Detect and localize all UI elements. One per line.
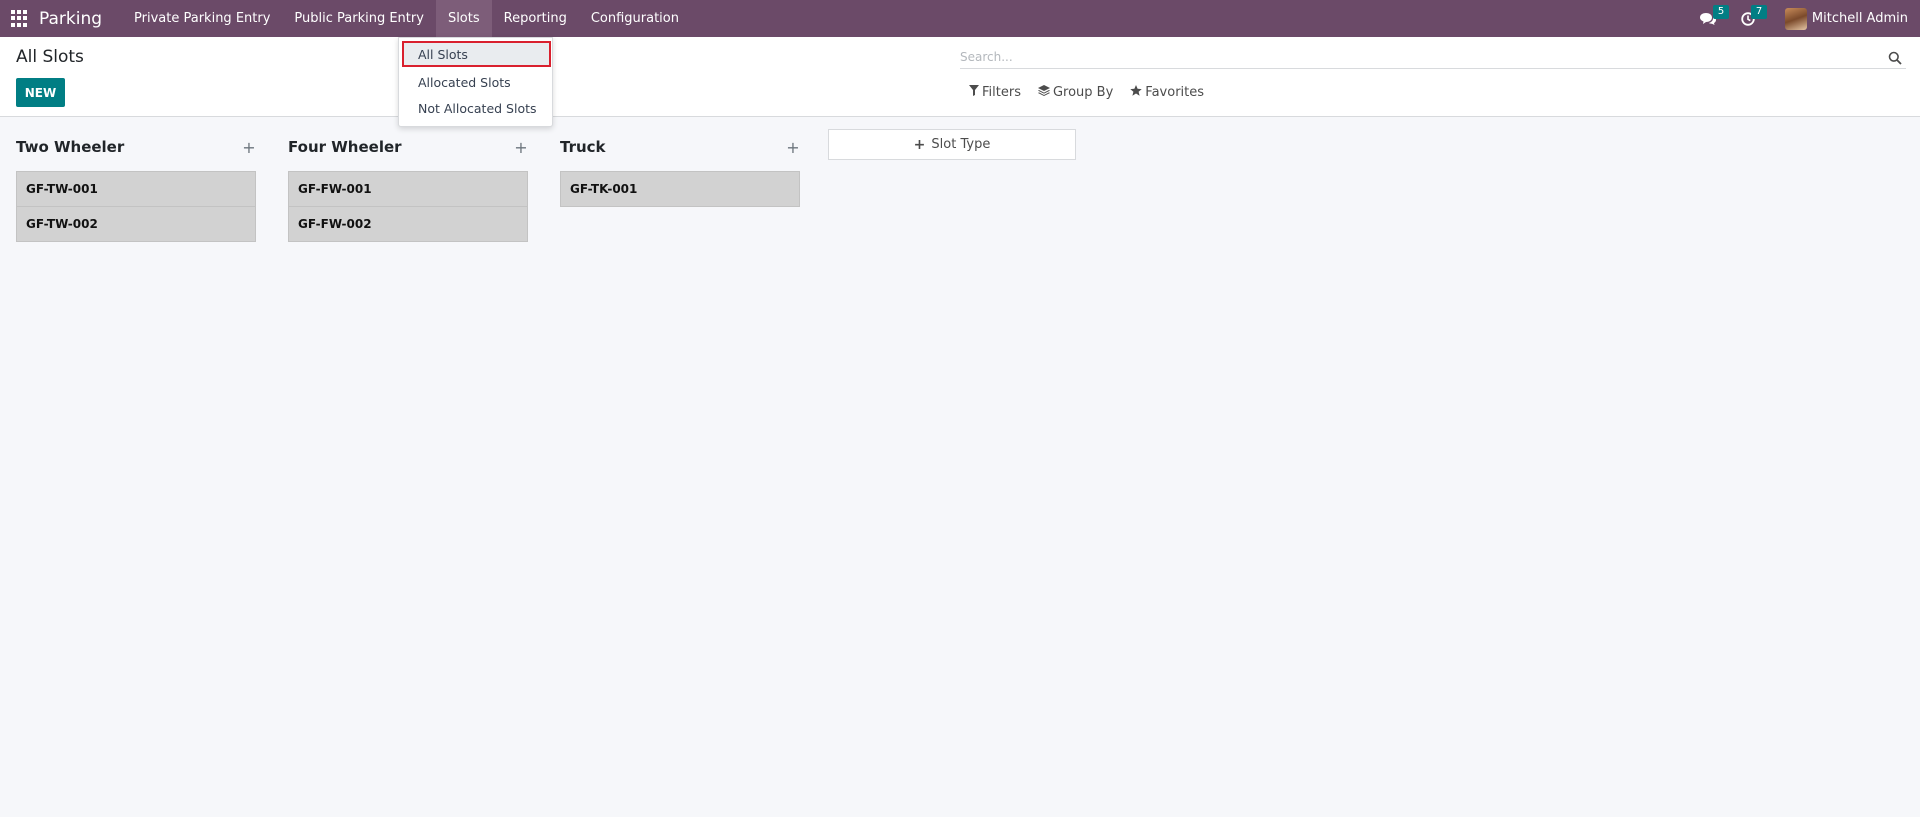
search-options: Filters Group By Favorites <box>969 85 1221 100</box>
filter-icon <box>969 85 982 100</box>
quick-create-plus-icon[interactable]: + <box>514 138 528 157</box>
kanban-board: Two Wheeler + GF-TW-001 GF-TW-002 Four W… <box>0 118 1920 817</box>
activities-button[interactable]: 7 <box>1741 4 1768 26</box>
column-title: Four Wheeler <box>288 138 402 156</box>
top-navbar: Parking Private Parking Entry Public Par… <box>0 0 1920 37</box>
slots-dropdown-menu: All Slots Allocated Slots Not Allocated … <box>398 37 553 127</box>
plus-icon: + <box>913 136 926 153</box>
menu-public-parking-entry[interactable]: Public Parking Entry <box>282 0 436 37</box>
kanban-column-four-wheeler: Four Wheeler + GF-FW-001 GF-FW-002 <box>288 118 528 242</box>
control-panel: All Slots NEW Filters Gro <box>0 37 1920 117</box>
user-name: Mitchell Admin <box>1811 11 1908 26</box>
add-column-button[interactable]: + Slot Type <box>828 129 1076 160</box>
favorites-label: Favorites <box>1145 85 1205 100</box>
menu-slots[interactable]: Slots <box>435 0 492 37</box>
new-button[interactable]: NEW <box>16 78 65 107</box>
search-bar <box>960 45 1906 69</box>
filters-button[interactable]: Filters <box>969 85 1021 100</box>
messages-count-badge: 5 <box>1712 4 1730 19</box>
kanban-card[interactable]: GF-TK-001 <box>560 171 800 207</box>
quick-create-plus-icon[interactable]: + <box>242 138 256 157</box>
avatar <box>1784 7 1807 30</box>
activities-count-badge: 7 <box>1750 4 1768 19</box>
group-by-label: Group By <box>1052 85 1114 100</box>
column-title: Two Wheeler <box>16 138 125 156</box>
column-title: Truck <box>560 138 606 156</box>
page-title: All Slots <box>16 47 84 67</box>
kanban-card[interactable]: GF-TW-001 <box>16 171 256 207</box>
kanban-card[interactable]: GF-TW-002 <box>16 206 256 242</box>
column-header: Two Wheeler + <box>16 118 256 172</box>
add-column-label: Slot Type <box>931 137 991 152</box>
kanban-column-truck: Truck + GF-TK-001 <box>560 118 800 207</box>
dropdown-item-all-slots[interactable]: All Slots <box>402 41 551 67</box>
dropdown-item-allocated-slots[interactable]: Allocated Slots <box>402 69 551 95</box>
search-input[interactable] <box>960 45 1888 68</box>
dropdown-item-not-allocated-slots[interactable]: Not Allocated Slots <box>402 95 551 121</box>
systray: 5 7 Mitchell Admin <box>1699 0 1920 37</box>
menu-private-parking-entry[interactable]: Private Parking Entry <box>122 0 282 37</box>
layers-icon <box>1037 85 1053 100</box>
group-by-button[interactable]: Group By <box>1037 85 1114 100</box>
menu-reporting[interactable]: Reporting <box>492 0 579 37</box>
user-menu[interactable]: Mitchell Admin <box>1784 7 1908 30</box>
apps-menu-icon[interactable] <box>11 10 28 27</box>
filters-label: Filters <box>982 85 1021 100</box>
quick-create-plus-icon[interactable]: + <box>786 138 800 157</box>
kanban-card[interactable]: GF-FW-002 <box>288 206 528 242</box>
search-icon[interactable] <box>1888 50 1902 65</box>
messages-button[interactable]: 5 <box>1699 4 1730 26</box>
column-header: Truck + <box>560 118 800 172</box>
app-brand[interactable]: Parking <box>39 9 102 29</box>
favorites-button[interactable]: Favorites <box>1130 85 1204 100</box>
star-icon <box>1130 85 1145 100</box>
menu-configuration[interactable]: Configuration <box>579 0 691 37</box>
kanban-card[interactable]: GF-FW-001 <box>288 171 528 207</box>
main-menu: Private Parking Entry Public Parking Ent… <box>122 0 691 37</box>
kanban-column-two-wheeler: Two Wheeler + GF-TW-001 GF-TW-002 <box>16 118 256 242</box>
